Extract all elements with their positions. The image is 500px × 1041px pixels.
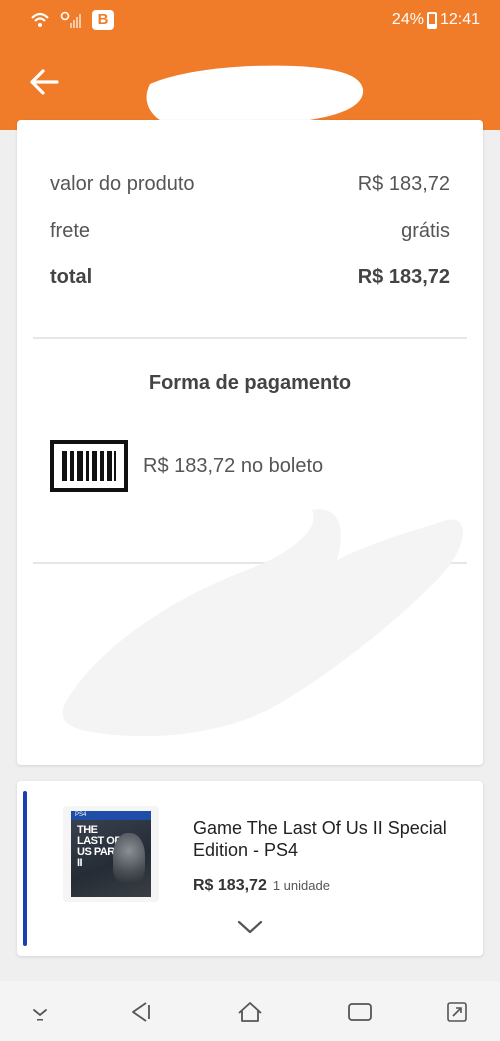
product-quantity: 1 unidade bbox=[272, 878, 330, 893]
game-cover: PS4 THE LAST OF US PART II bbox=[71, 811, 151, 897]
product-value-amount: R$ 183,72 bbox=[357, 173, 450, 195]
navigation-bar bbox=[0, 981, 500, 1041]
divider bbox=[33, 337, 467, 339]
chevron-down-icon[interactable] bbox=[235, 917, 265, 937]
rotate-icon bbox=[447, 1002, 467, 1022]
product-image: PS4 THE LAST OF US PART II bbox=[63, 806, 159, 902]
total-row: total R$ 183,72 bbox=[50, 266, 450, 289]
product-card[interactable]: PS4 THE LAST OF US PART II Game The Last… bbox=[17, 781, 483, 956]
product-name: Game The Last Of Us II Special Edition -… bbox=[193, 818, 447, 860]
arrow-left-icon bbox=[30, 69, 59, 95]
payment-method-title: Forma de pagamento bbox=[148, 372, 352, 394]
total-value: R$ 183,72 bbox=[357, 266, 450, 288]
nav-back-button[interactable] bbox=[125, 997, 155, 1027]
shipping-label: frete bbox=[50, 220, 91, 242]
clock: 12:41 bbox=[439, 11, 480, 28]
payment-method-row: R$ 183,72 no boleto bbox=[50, 440, 323, 492]
accent-bar bbox=[23, 791, 27, 946]
status-icons-left: B bbox=[30, 10, 114, 30]
barcode-icon bbox=[50, 440, 128, 492]
wifi-icon bbox=[31, 12, 49, 27]
order-summary-card: valor do produto R$ 183,72 frete grátis … bbox=[17, 120, 483, 765]
home-icon bbox=[238, 1002, 262, 1022]
payment-description: R$ 183,72 no boleto bbox=[143, 454, 324, 477]
hide-keyboard-button[interactable] bbox=[25, 997, 55, 1027]
recents-icon bbox=[348, 1003, 372, 1021]
shipping-value: grátis bbox=[401, 220, 450, 242]
nav-recents-button[interactable] bbox=[345, 997, 375, 1027]
app-bar bbox=[0, 40, 500, 142]
hide-keyboard-icon bbox=[33, 1009, 47, 1021]
rotate-button[interactable] bbox=[442, 997, 472, 1027]
battery-percent: 24% bbox=[391, 11, 424, 28]
shipping-row: frete grátis bbox=[50, 220, 450, 243]
signal-icon bbox=[60, 11, 81, 28]
redaction-mark bbox=[62, 509, 464, 737]
product-price: R$ 183,72 bbox=[193, 877, 267, 894]
product-price-line: R$ 183,72 1 unidade bbox=[193, 877, 330, 895]
back-button[interactable] bbox=[24, 62, 64, 102]
total-label: total bbox=[50, 266, 93, 288]
product-value-label: valor do produto bbox=[50, 173, 195, 195]
cover-ps4-label: PS4 bbox=[71, 811, 151, 820]
status-icons-right: 24% 12:41 bbox=[392, 11, 480, 29]
nav-back-icon bbox=[132, 1002, 150, 1022]
nav-home-button[interactable] bbox=[235, 997, 265, 1027]
product-value-row: valor do produto R$ 183,72 bbox=[50, 173, 450, 196]
cover-art bbox=[113, 833, 145, 883]
status-bar: B 24% 12:41 bbox=[0, 0, 500, 40]
battery-icon bbox=[426, 11, 437, 29]
app-notification-icon: B bbox=[92, 10, 114, 30]
